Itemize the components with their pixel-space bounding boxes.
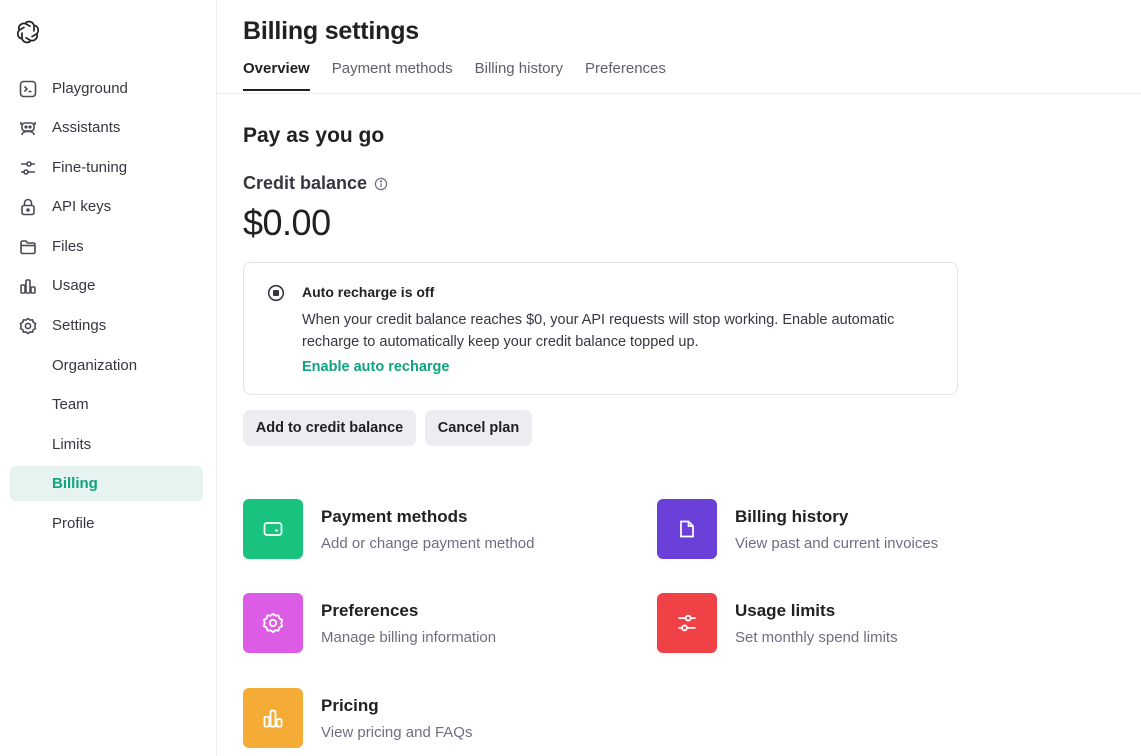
sidebar-item-team[interactable]: Team xyxy=(10,387,203,422)
sidebar-item-label: API keys xyxy=(52,198,112,215)
gear-icon xyxy=(18,316,38,336)
card-subtitle: Manage billing information xyxy=(321,629,497,646)
card-title: Payment methods xyxy=(321,507,468,526)
card-usage-limits[interactable]: Usage limits Set monthly spend limits xyxy=(657,593,898,653)
tab-bar: Overview Payment methods Billing history… xyxy=(243,60,666,91)
document-icon xyxy=(657,499,717,559)
auto-recharge-notice: Auto recharge is off When your credit ba… xyxy=(243,262,958,395)
tab-payment-methods[interactable]: Payment methods xyxy=(332,60,453,91)
sidebar-item-profile[interactable]: Profile xyxy=(10,506,203,541)
sidebar-item-label: Settings xyxy=(52,317,107,334)
bar-chart-icon xyxy=(243,688,303,748)
sliders-icon xyxy=(657,593,717,653)
sidebar-item-playground[interactable]: Playground xyxy=(10,71,203,106)
page-header: Billing settings Overview Payment method… xyxy=(217,0,1141,94)
sidebar-item-label: Usage xyxy=(52,277,96,294)
section-title: Pay as you go xyxy=(243,124,385,147)
folder-icon xyxy=(18,237,38,257)
enable-auto-recharge-link[interactable]: Enable auto recharge xyxy=(302,359,449,375)
sidebar-item-label: Fine-tuning xyxy=(52,159,128,176)
page-title: Billing settings xyxy=(243,17,419,45)
card-preferences[interactable]: Preferences Manage billing information xyxy=(243,593,496,653)
sidebar-item-label: Assistants xyxy=(52,119,121,136)
notice-body: When your credit balance reaches $0, you… xyxy=(302,312,895,350)
radio-off-icon xyxy=(267,284,285,302)
sidebar-item-usage[interactable]: Usage xyxy=(10,268,203,303)
gear-icon xyxy=(243,593,303,653)
lock-icon xyxy=(18,197,38,217)
card-subtitle: Set monthly spend limits xyxy=(735,629,898,646)
credit-balance-text: Credit balance xyxy=(243,173,368,193)
sidebar-item-label: Organization xyxy=(52,357,138,374)
tab-preferences[interactable]: Preferences xyxy=(585,60,666,91)
sidebar-item-label: Playground xyxy=(52,80,128,97)
sidebar-item-billing[interactable]: Billing xyxy=(10,466,203,501)
sidebar-item-label: Files xyxy=(52,238,84,255)
card-subtitle: Add or change payment method xyxy=(321,535,535,552)
card-title: Billing history xyxy=(735,507,849,526)
sidebar-item-fine-tuning[interactable]: Fine-tuning xyxy=(10,150,203,185)
card-icon xyxy=(243,499,303,559)
openai-logo[interactable] xyxy=(14,18,42,46)
sidebar-item-label: Team xyxy=(52,396,89,413)
card-payment-methods[interactable]: Payment methods Add or change payment me… xyxy=(243,499,534,559)
tab-overview[interactable]: Overview xyxy=(243,60,310,91)
sliders-icon xyxy=(18,158,38,178)
sidebar-item-label: Billing xyxy=(52,475,98,492)
credit-balance-label: Credit balance xyxy=(243,173,388,194)
card-subtitle: View pricing and FAQs xyxy=(321,724,473,741)
sidebar-item-label: Limits xyxy=(52,436,92,453)
sidebar-item-settings[interactable]: Settings xyxy=(10,308,203,343)
card-billing-history[interactable]: Billing history View past and current in… xyxy=(657,499,938,559)
card-subtitle: View past and current invoices xyxy=(735,535,939,552)
card-title: Usage limits xyxy=(735,601,836,620)
terminal-icon xyxy=(18,79,38,99)
sidebar-item-files[interactable]: Files xyxy=(10,229,203,264)
sidebar-item-label: Profile xyxy=(52,515,95,532)
card-pricing[interactable]: Pricing View pricing and FAQs xyxy=(243,688,472,748)
notice-title: Auto recharge is off xyxy=(302,284,435,300)
info-icon[interactable] xyxy=(374,177,388,191)
sidebar-item-limits[interactable]: Limits xyxy=(10,427,203,462)
tab-billing-history[interactable]: Billing history xyxy=(475,60,563,91)
sidebar-item-assistants[interactable]: Assistants xyxy=(10,110,203,145)
robot-icon xyxy=(18,118,38,138)
credit-balance-value: $0.00 xyxy=(243,202,331,243)
bar-chart-icon xyxy=(18,276,38,296)
sidebar-item-api-keys[interactable]: API keys xyxy=(10,189,203,224)
card-title: Preferences xyxy=(321,601,419,620)
sidebar-item-organization[interactable]: Organization xyxy=(10,348,203,383)
card-title: Pricing xyxy=(321,696,379,715)
cancel-plan-button[interactable]: Cancel plan xyxy=(425,410,532,446)
sidebar: Playground Assistants Fine-tuning API ke… xyxy=(0,0,217,756)
add-to-credit-balance-button[interactable]: Add to credit balance xyxy=(243,410,416,446)
